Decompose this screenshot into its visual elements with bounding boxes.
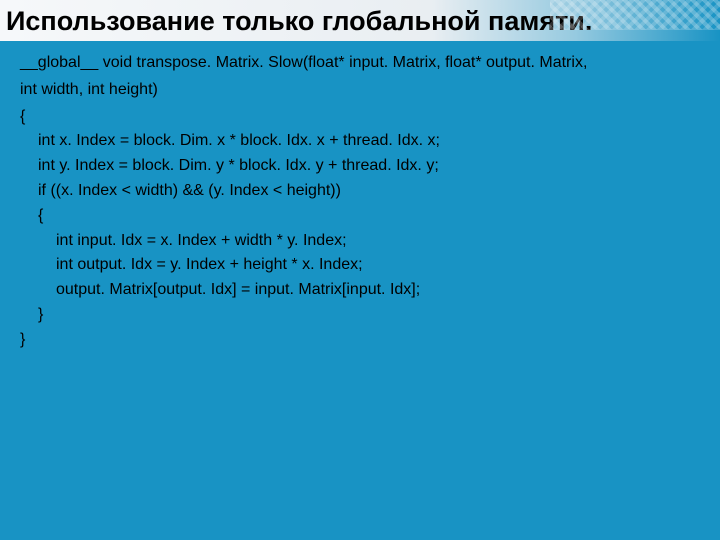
code-line: { bbox=[20, 204, 700, 229]
code-line: int x. Index = block. Dim. x * block. Id… bbox=[20, 129, 700, 154]
code-line: if ((x. Index < width) && (y. Index < he… bbox=[20, 179, 700, 204]
code-line: int input. Idx = x. Index + width * y. I… bbox=[20, 229, 700, 254]
code-line: output. Matrix[output. Idx] = input. Mat… bbox=[20, 278, 700, 303]
code-line: int width, int height) bbox=[20, 78, 700, 103]
code-line: __global__ void transpose. Matrix. Slow(… bbox=[20, 51, 700, 76]
code-block: __global__ void transpose. Matrix. Slow(… bbox=[0, 41, 720, 373]
code-line: int y. Index = block. Dim. y * block. Id… bbox=[20, 154, 700, 179]
code-line: } bbox=[20, 303, 700, 328]
corner-decoration bbox=[550, 0, 720, 30]
code-line: } bbox=[20, 328, 700, 353]
code-line: { bbox=[20, 105, 700, 130]
code-line: int output. Idx = y. Index + height * x.… bbox=[20, 253, 700, 278]
